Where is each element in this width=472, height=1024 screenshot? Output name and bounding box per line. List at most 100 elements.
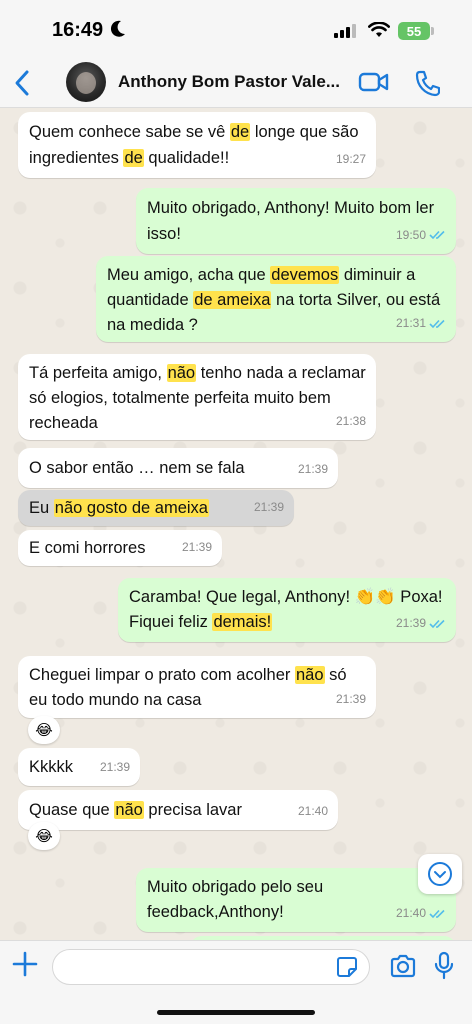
chat-header: Anthony Bom Pastor Vale... <box>0 58 472 108</box>
message-bubble[interactable]: Quase que não precisa lavar 21:40 <box>18 790 338 830</box>
camera-icon[interactable] <box>389 954 417 978</box>
battery-level: 55 <box>406 23 422 39</box>
message-bubble[interactable]: Tá perfeita amigo, não tenho nada a recl… <box>18 354 376 440</box>
search-highlight: de <box>229 123 251 141</box>
message-time: 19:50 <box>395 228 426 242</box>
message-meta: 21:39 <box>182 534 212 560</box>
message-bubble-selected[interactable]: Eu não gosto de ameixa 21:39 <box>18 490 294 526</box>
message-text-segment: Muito obrigado, Anthony! Muito bom ler i… <box>147 199 435 243</box>
message-meta: 21:39 <box>396 611 446 636</box>
message-text-segment: Tá perfeita amigo, <box>29 364 167 382</box>
message-time: 21:39 <box>253 500 284 514</box>
plus-icon[interactable] <box>12 951 38 977</box>
read-ticks-icon <box>429 909 445 918</box>
message-bubble[interactable]: Muito obrigado pelo seu feedback,Anthony… <box>136 868 456 932</box>
message-bubble[interactable]: Meu amigo, acha que devemos diminuir a q… <box>96 256 456 342</box>
message-bubble[interactable]: Quem conhece sabe se vê de longe que são… <box>18 112 376 178</box>
voice-call-icon[interactable] <box>414 69 440 97</box>
message-bubble[interactable]: Kkkkk 21:39 <box>18 748 140 786</box>
message-meta: 21:40 <box>298 798 328 824</box>
message-text: Muito obrigado pelo seu feedback,Anthony… <box>147 878 323 921</box>
status-bar: 16:49 55 <box>0 0 472 58</box>
message-text-segment: qualidade!! <box>143 149 230 167</box>
message-text-segment: Quem conhece sabe se vê <box>29 123 230 141</box>
message-time: 21:40 <box>297 804 328 818</box>
search-highlight: não gosto de ameixa <box>53 499 209 517</box>
message-text: Muito obrigado, Anthony! Muito bom ler i… <box>147 199 434 243</box>
search-highlight: não <box>294 666 325 684</box>
search-highlight: devemos <box>270 266 340 284</box>
message-text-segment: Meu amigo, acha que <box>107 266 271 284</box>
message-bubble[interactable]: Muito obrigado, Anthony! Muito bom ler i… <box>136 188 456 254</box>
message-meta: 21:31 <box>396 311 446 336</box>
message-time: 21:39 <box>395 616 426 630</box>
message-meta: 19:27 <box>336 146 366 172</box>
back-chevron-icon[interactable] <box>12 68 32 98</box>
microphone-icon[interactable] <box>434 951 454 981</box>
message-time: 21:39 <box>335 692 366 706</box>
message-text: Quase que não precisa lavar <box>29 801 242 819</box>
contact-name[interactable]: Anthony Bom Pastor Vale... <box>118 72 348 92</box>
message-text-segment: E comi horrores <box>29 539 146 557</box>
message-text: Meu amigo, acha que devemos diminuir a q… <box>107 266 440 334</box>
message-time: 21:38 <box>335 414 366 428</box>
moon-icon <box>110 20 125 37</box>
reaction-emoji: 😂 <box>35 828 53 845</box>
message-text: Quem conhece sabe se vê de longe que são… <box>29 123 359 167</box>
message-text: Cheguei limpar o prato com acolher não s… <box>29 666 347 709</box>
message-text: E comi horrores <box>29 539 145 557</box>
message-text: O sabor então … nem se fala <box>29 459 245 477</box>
chat-area[interactable]: Quem conhece sabe se vê de longe que são… <box>0 108 472 940</box>
search-highlight: não <box>166 364 197 382</box>
message-input[interactable] <box>52 949 370 985</box>
battery-tip <box>431 27 434 35</box>
message-text-segment: precisa lavar <box>143 801 242 819</box>
message-time: 21:39 <box>99 760 130 774</box>
search-highlight: não <box>114 801 144 819</box>
battery-indicator: 55 <box>398 22 430 40</box>
wifi-icon <box>368 22 390 37</box>
status-time: 16:49 <box>52 19 104 41</box>
contact-avatar[interactable] <box>66 62 106 102</box>
message-time: 19:27 <box>335 152 366 166</box>
read-ticks-icon <box>429 230 445 240</box>
message-time: 21:31 <box>395 316 426 330</box>
message-text-segment: Quase que <box>29 801 115 819</box>
message-meta: 21:40 <box>396 901 446 926</box>
message-time: 21:39 <box>181 540 212 554</box>
message-bubble[interactable]: Cheguei limpar o prato com acolher não s… <box>18 656 376 718</box>
message-bubble[interactable]: O sabor então … nem se fala 21:39 <box>18 448 338 488</box>
message-text-segment: O sabor então … nem se fala <box>29 459 245 477</box>
message-bubble[interactable]: Caramba! Que legal, Anthony! 👏👏 Poxa! Fi… <box>118 578 456 642</box>
message-bubble[interactable]: E comi horrores 21:39 <box>18 530 222 566</box>
reaction-emoji: 😂 <box>35 722 53 739</box>
message-text-segment: Cheguei limpar o prato com acolher <box>29 666 295 684</box>
message-meta: 21:39 <box>254 494 284 520</box>
read-ticks-icon <box>429 619 445 628</box>
message-text: Tá perfeita amigo, não tenho nada a recl… <box>29 364 366 432</box>
message-meta: 21:39 <box>336 687 366 712</box>
message-meta: 21:39 <box>298 456 328 482</box>
chevron-down-icon <box>428 862 452 886</box>
message-time: 21:39 <box>297 462 328 476</box>
read-ticks-icon <box>429 319 445 328</box>
home-indicator <box>157 1010 315 1015</box>
message-text-segment: Eu <box>29 499 54 517</box>
video-call-icon[interactable] <box>358 70 390 94</box>
reaction-badge[interactable]: 😂 <box>28 716 60 744</box>
search-highlight: de ameixa <box>193 291 272 309</box>
scroll-to-bottom-button[interactable] <box>418 854 462 894</box>
message-text: Eu não gosto de ameixa <box>29 499 209 517</box>
message-meta: 21:38 <box>336 409 366 434</box>
message-text: Kkkkk <box>29 758 73 776</box>
message-meta: 21:39 <box>100 754 130 780</box>
signal-icon <box>334 24 356 38</box>
reaction-badge[interactable]: 😂 <box>28 822 60 850</box>
sticker-icon[interactable] <box>336 956 358 978</box>
message-time: 21:40 <box>395 906 426 920</box>
message-text-segment: Kkkkk <box>29 758 74 776</box>
search-highlight: demais! <box>212 613 273 631</box>
search-highlight: de <box>123 149 144 167</box>
message-text-segment: Muito obrigado pelo seu feedback,Anthony… <box>147 878 324 921</box>
message-meta: 19:50 <box>396 222 446 248</box>
